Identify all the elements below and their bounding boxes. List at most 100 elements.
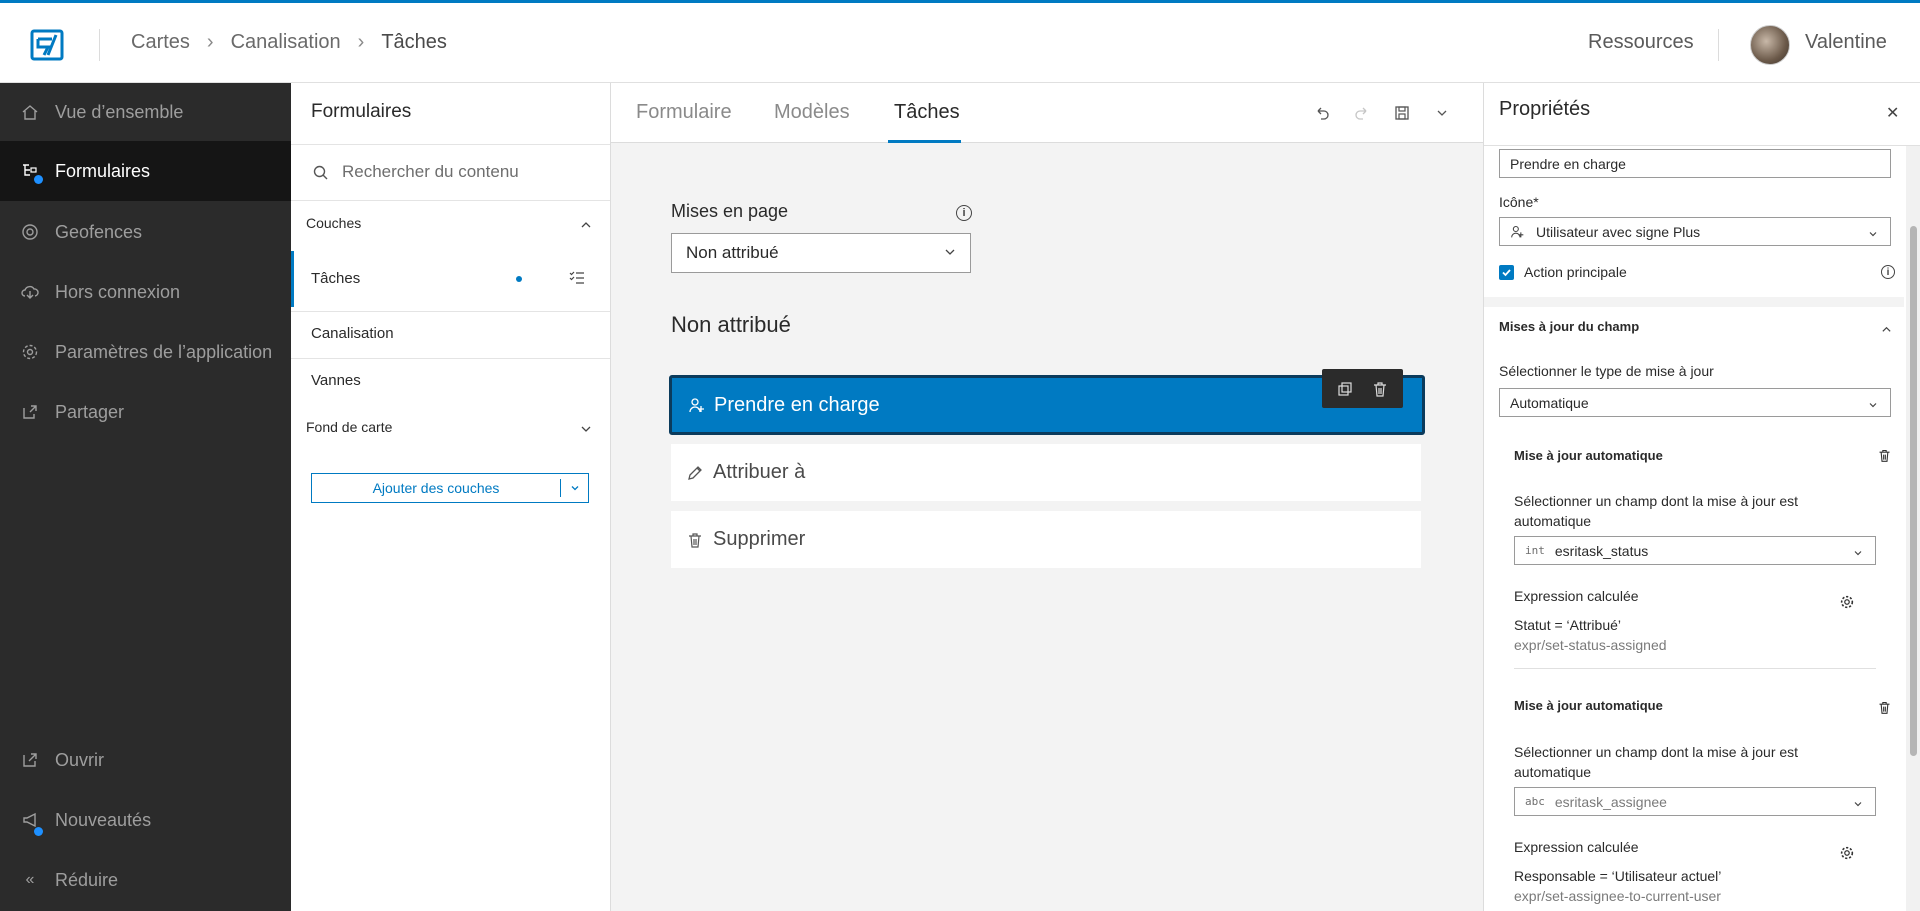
nav-label: Nouveautés	[55, 809, 152, 830]
resources-link[interactable]: Ressources	[1588, 31, 1694, 54]
nav-item-geofences[interactable]: Geofences	[0, 203, 291, 261]
chevron-down-icon[interactable]	[580, 422, 592, 434]
nav-item-offline[interactable]: Hors connexion	[0, 263, 291, 321]
duplicate-icon[interactable]	[1336, 380, 1354, 398]
field-updates-title[interactable]: Mises à jour du champ	[1499, 319, 1639, 334]
search-input[interactable]: Rechercher du contenu	[291, 145, 610, 201]
nav-item-share[interactable]: Partager	[0, 383, 291, 441]
trash-icon	[686, 531, 704, 549]
auto-field-select[interactable]: abc esritask_assignee	[1514, 787, 1876, 816]
breadcrumb-taches: Tâches	[381, 31, 447, 53]
layer-item-taches[interactable]: Tâches	[291, 251, 610, 307]
header-divider	[99, 29, 100, 61]
chevron-up-icon[interactable]	[580, 218, 592, 230]
trash-icon[interactable]	[1877, 699, 1891, 715]
task-list-icon[interactable]	[569, 270, 585, 291]
scrollbar[interactable]	[1906, 146, 1920, 911]
chevron-down-icon[interactable]	[1432, 103, 1452, 123]
nav-item-overview[interactable]: Vue d’ensemble	[0, 83, 291, 141]
target-icon	[20, 222, 40, 242]
auto-field-select[interactable]: int esritask_status	[1514, 536, 1876, 565]
info-icon[interactable]: i	[956, 205, 972, 221]
home-icon	[20, 102, 40, 122]
scrollbar-thumb[interactable]	[1910, 226, 1917, 756]
tab-taches[interactable]: Tâches	[894, 101, 960, 124]
undo-icon[interactable]	[1312, 103, 1332, 123]
close-icon[interactable]: ✕	[1886, 103, 1899, 123]
properties-title: Propriétés	[1499, 98, 1591, 120]
primary-action-checkbox[interactable]	[1499, 265, 1514, 280]
pencil-icon	[686, 464, 704, 482]
header-divider	[1718, 29, 1719, 61]
forms-panel: Formulaires Rechercher du contenu Couche…	[291, 83, 611, 911]
expression-title: Statut = ‘Attribué’	[1514, 617, 1622, 633]
add-layers-label: Ajouter des couches	[372, 480, 500, 496]
user-name[interactable]: Valentine	[1805, 31, 1887, 54]
section-title: Non attribué	[671, 312, 791, 337]
action-attribuer[interactable]: Attribuer à	[671, 444, 1421, 501]
nav-item-settings[interactable]: Paramètres de l’application	[0, 323, 291, 381]
user-plus-icon	[688, 396, 706, 414]
redo-icon[interactable]	[1352, 103, 1372, 123]
nav-item-collapse[interactable]: « Réduire	[0, 851, 291, 909]
auto-update-title: Mise à jour automatique	[1514, 448, 1663, 463]
section-couches[interactable]: Couches	[306, 215, 361, 231]
nav-label: Vue d’ensemble	[55, 101, 184, 122]
layer-item-vannes[interactable]: Vannes	[291, 359, 610, 405]
icon-select[interactable]: Utilisateur avec signe Plus	[1499, 217, 1891, 246]
nav-item-forms[interactable]: Formulaires	[0, 141, 291, 201]
nav-label: Paramètres de l’application	[55, 341, 273, 362]
trash-icon[interactable]	[1877, 447, 1891, 463]
chevron-down-icon	[1868, 397, 1878, 408]
trash-icon[interactable]	[1371, 380, 1389, 398]
action-toolbar	[1322, 369, 1403, 408]
layer-item-canalisation[interactable]: Canalisation	[291, 312, 610, 358]
layer-name: Vannes	[311, 372, 361, 389]
panel-title: Formulaires	[311, 101, 412, 122]
field-type-abc: abc	[1525, 795, 1545, 808]
divider	[291, 200, 610, 201]
nav-label: Formulaires	[55, 160, 151, 181]
action-supprimer[interactable]: Supprimer	[671, 511, 1421, 568]
action-prendre-en-charge[interactable]: Prendre en charge	[669, 375, 1425, 435]
layout-select[interactable]: Non attribué	[671, 233, 971, 273]
breadcrumb-canalisation[interactable]: Canalisation	[231, 31, 341, 54]
save-icon[interactable]	[1392, 103, 1412, 123]
info-icon[interactable]: i	[1881, 265, 1895, 279]
notification-dot	[34, 827, 43, 836]
properties-panel: Propriétés ✕ Prendre en charge Icône* Ut…	[1483, 83, 1920, 911]
section-fond-de-carte[interactable]: Fond de carte	[306, 419, 392, 435]
expression-label: Expression calculée	[1514, 839, 1639, 855]
nav-label: Réduire	[55, 869, 119, 890]
layer-name: Canalisation	[311, 325, 394, 342]
breadcrumb: Cartes › Canalisation › Tâches	[131, 31, 447, 54]
expression-label: Expression calculée	[1514, 588, 1639, 604]
share-icon	[20, 402, 40, 422]
gear-icon[interactable]	[1839, 845, 1855, 861]
add-layers-button[interactable]: Ajouter des couches	[311, 473, 589, 503]
chevrons-left-icon: «	[25, 871, 35, 888]
expression-id: expr/set-status-assigned	[1514, 637, 1667, 653]
breadcrumb-cartes[interactable]: Cartes	[131, 31, 190, 54]
nav-item-open[interactable]: Ouvrir	[0, 731, 291, 789]
auto-update-title: Mise à jour automatique	[1514, 698, 1663, 713]
top-bar: Cartes › Canalisation › Tâches Ressource…	[0, 0, 1920, 83]
search-placeholder: Rechercher du contenu	[342, 162, 519, 181]
chevron-down-icon[interactable]	[561, 483, 588, 493]
action-name-input[interactable]: Prendre en charge	[1499, 149, 1891, 178]
tab-formulaire[interactable]: Formulaire	[636, 101, 732, 124]
divider	[1514, 668, 1876, 669]
tab-modeles[interactable]: Modèles	[774, 101, 850, 124]
nav-label: Ouvrir	[55, 749, 104, 770]
nav-label: Hors connexion	[55, 281, 181, 302]
chevron-up-icon[interactable]	[1881, 322, 1893, 334]
nav-item-whats-new[interactable]: Nouveautés	[0, 791, 291, 849]
app-logo-icon[interactable]	[30, 27, 66, 63]
icon-select-value: Utilisateur avec signe Plus	[1536, 223, 1701, 240]
avatar[interactable]	[1750, 25, 1790, 65]
nav-label: Geofences	[55, 221, 143, 242]
chevron-right-icon: ›	[206, 31, 214, 53]
chevron-down-icon	[944, 243, 956, 263]
gear-icon[interactable]	[1839, 594, 1855, 610]
update-type-select[interactable]: Automatique	[1499, 388, 1891, 417]
